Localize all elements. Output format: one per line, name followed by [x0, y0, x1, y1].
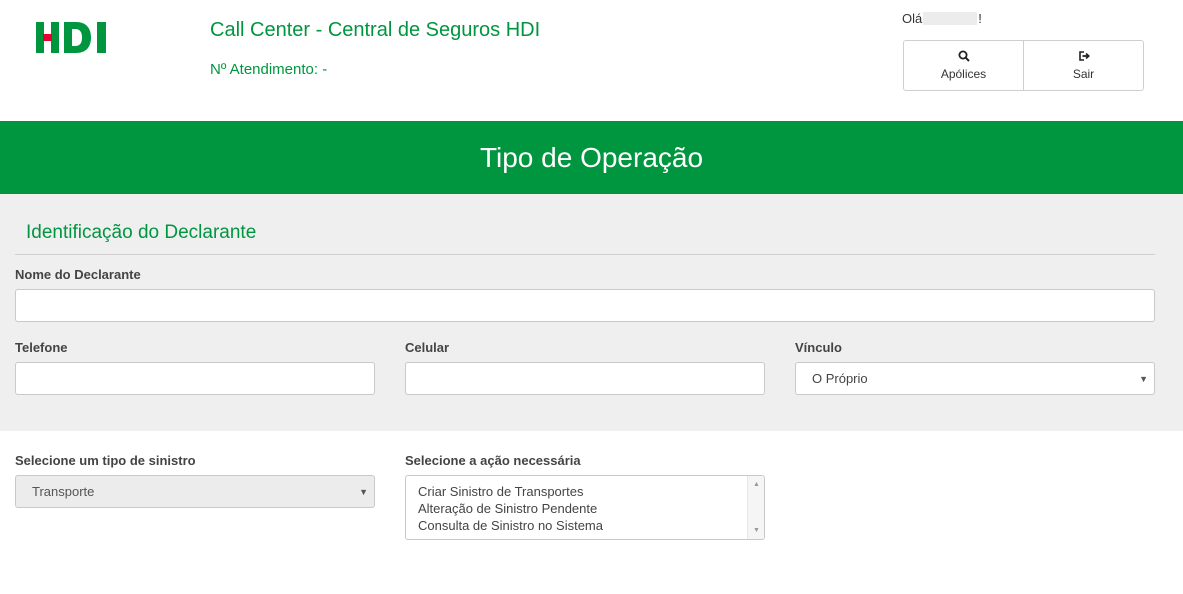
acao-label: Selecione a ação necessária	[405, 453, 581, 468]
vinculo-select[interactable]: O Próprio ▼	[795, 362, 1155, 395]
scroll-down-icon[interactable]: ▼	[748, 527, 764, 534]
telefone-label: Telefone	[15, 340, 68, 355]
vinculo-label: Vínculo	[795, 340, 842, 355]
operation-banner: Tipo de Operação	[0, 121, 1183, 194]
scroll-up-icon[interactable]: ▲	[748, 481, 764, 488]
greeting-suffix: !	[978, 11, 982, 26]
sign-out-icon	[1078, 51, 1090, 61]
vinculo-selected-value: O Próprio	[812, 371, 868, 386]
user-greeting: Olá !	[902, 11, 982, 26]
caret-down-icon: ▼	[1139, 374, 1148, 384]
attendance-number: Nº Atendimento: -	[210, 61, 328, 78]
tipo-sinistro-select[interactable]: Transporte ▼	[15, 475, 375, 508]
sair-label: Sair	[1072, 67, 1095, 81]
apolices-label: Apólices	[940, 67, 987, 81]
section-title: Identificação do Declarante	[26, 222, 257, 243]
celular-label: Celular	[405, 340, 450, 355]
acao-option[interactable]: Alteração de Sinistro Pendente	[406, 500, 764, 517]
acao-option[interactable]: Criar Sinistro de Transportes	[406, 483, 764, 500]
header-button-group: Apólices Sair	[903, 40, 1144, 91]
greeting-prefix: Olá	[902, 11, 923, 26]
section-divider	[15, 254, 1155, 255]
tipo-sinistro-label: Selecione um tipo de sinistro	[15, 453, 196, 468]
search-icon	[958, 50, 970, 62]
banner-title: Tipo de Operação	[479, 141, 704, 173]
telefone-input[interactable]	[15, 362, 375, 395]
nome-declarante-label: Nome do Declarante	[15, 267, 141, 282]
acao-option[interactable]: Consulta de Sinistro no Sistema	[406, 517, 764, 534]
listbox-scrollbar[interactable]: ▲ ▼	[747, 476, 764, 539]
tipo-sinistro-selected-value: Transporte	[32, 484, 95, 499]
app-title: Call Center - Central de Seguros HDI	[210, 19, 541, 41]
hdi-logo	[36, 22, 106, 53]
nome-declarante-input[interactable]	[15, 289, 1155, 322]
sair-button[interactable]: Sair	[1023, 41, 1143, 90]
acao-listbox[interactable]: Criar Sinistro de Transportes Alteração …	[405, 475, 765, 540]
apolices-button[interactable]: Apólices	[904, 41, 1023, 90]
redacted-username	[923, 12, 978, 25]
page-header: Call Center - Central de Seguros HDI Nº …	[0, 0, 1183, 121]
celular-input[interactable]	[405, 362, 765, 395]
caret-down-icon: ▼	[359, 487, 368, 497]
